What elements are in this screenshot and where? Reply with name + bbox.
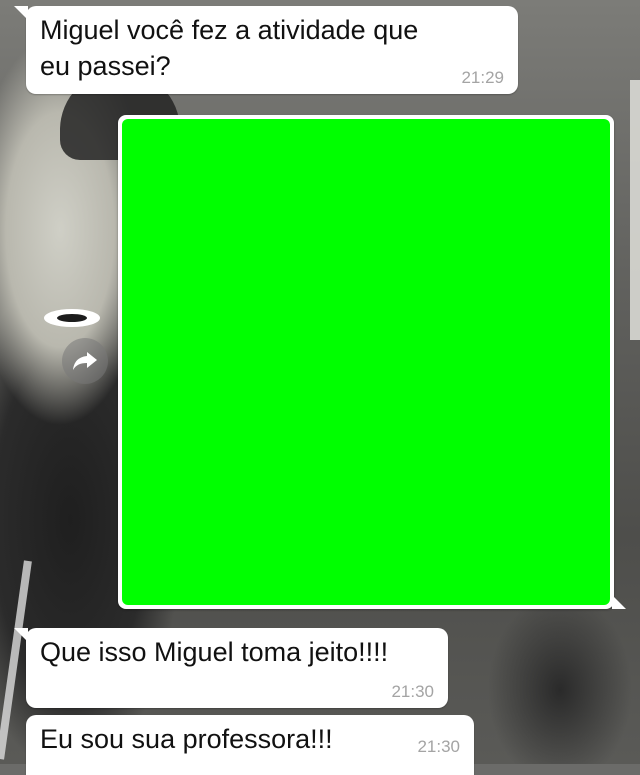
message-text: Miguel você fez a atividade que eu passe… xyxy=(40,15,419,81)
message-time: 21:30 xyxy=(391,682,434,701)
message-bubble[interactable]: Miguel você fez a atividade que eu passe… xyxy=(14,6,518,94)
message-text: Eu sou sua professora!!! xyxy=(40,724,333,754)
background-edge xyxy=(630,80,640,340)
oakley-logo-icon xyxy=(44,309,100,327)
message-bubble[interactable]: Que isso Miguel toma jeito!!!! 21:30 xyxy=(14,628,448,708)
forward-icon xyxy=(73,352,97,370)
image-message-bubble[interactable] xyxy=(118,115,626,609)
forward-button[interactable] xyxy=(62,338,108,384)
message-time: 21:29 xyxy=(461,68,504,87)
message-text: Que isso Miguel toma jeito!!!! xyxy=(40,637,389,667)
image-content[interactable] xyxy=(122,119,610,605)
message-time: 21:30 xyxy=(417,737,460,756)
message-bubble[interactable]: Eu sou sua professora!!! 21:30 xyxy=(26,715,474,775)
